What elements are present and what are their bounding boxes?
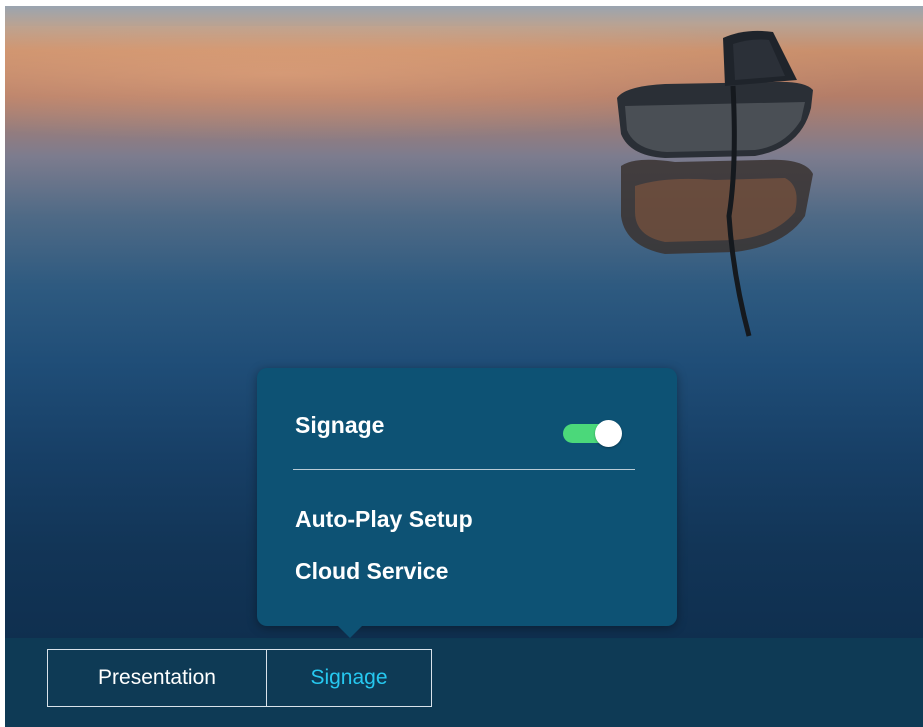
- signage-toggle-label: Signage: [295, 412, 385, 438]
- tab-signage-label: Signage: [310, 666, 388, 689]
- tab-signage[interactable]: Signage: [266, 649, 432, 707]
- signage-toggle-switch[interactable]: [563, 420, 622, 447]
- boat-image: [617, 30, 813, 337]
- popup-divider: [293, 469, 635, 470]
- toggle-knob: [595, 420, 622, 447]
- tab-presentation[interactable]: Presentation: [47, 649, 267, 707]
- menu-item-auto-play-setup[interactable]: Auto-Play Setup: [295, 506, 473, 533]
- signage-popup-menu: Signage Auto-Play Setup Cloud Service: [257, 368, 677, 626]
- tab-presentation-label: Presentation: [98, 666, 216, 689]
- menu-item-cloud-service[interactable]: Cloud Service: [295, 558, 448, 585]
- popup-pointer-arrow: [336, 624, 364, 638]
